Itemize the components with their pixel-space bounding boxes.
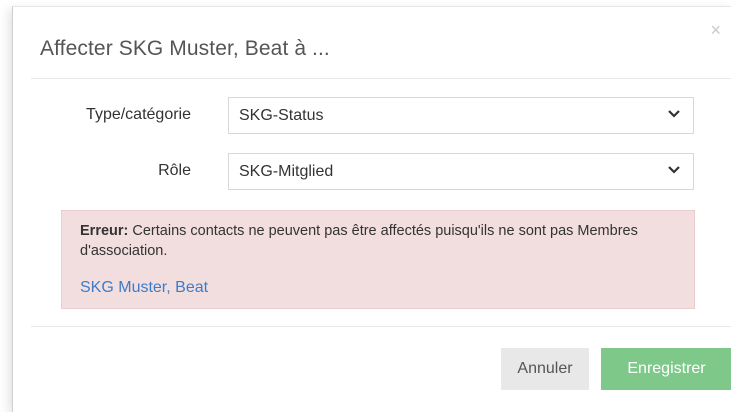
type-category-select[interactable]: SKG-Status [228, 97, 694, 134]
save-button[interactable]: Enregistrer [601, 348, 731, 390]
close-icon[interactable]: × [710, 21, 721, 39]
role-select[interactable]: SKG-Mitglied [228, 153, 694, 190]
error-text: Certains contacts ne peuvent pas être af… [80, 223, 638, 259]
chevron-down-icon [668, 110, 680, 118]
header-divider [31, 78, 731, 79]
error-alert: Erreur: Certains contacts ne peuvent pas… [61, 210, 695, 309]
footer-divider [31, 326, 731, 327]
role-value: SKG-Mitglied [239, 163, 334, 180]
type-category-value: SKG-Status [239, 107, 324, 124]
cancel-button[interactable]: Annuler [501, 348, 589, 390]
type-category-label: Type/catégorie [86, 106, 191, 123]
role-label: Rôle [158, 162, 191, 179]
error-message: Erreur: Certains contacts ne peuvent pas… [80, 221, 660, 261]
contact-link[interactable]: SKG Muster, Beat [80, 279, 208, 297]
assign-dialog: Affecter SKG Muster, Beat à ... × Type/c… [12, 6, 731, 412]
error-prefix: Erreur: [80, 223, 129, 239]
dialog-title: Affecter SKG Muster, Beat à ... [40, 37, 330, 60]
chevron-down-icon [668, 166, 680, 174]
